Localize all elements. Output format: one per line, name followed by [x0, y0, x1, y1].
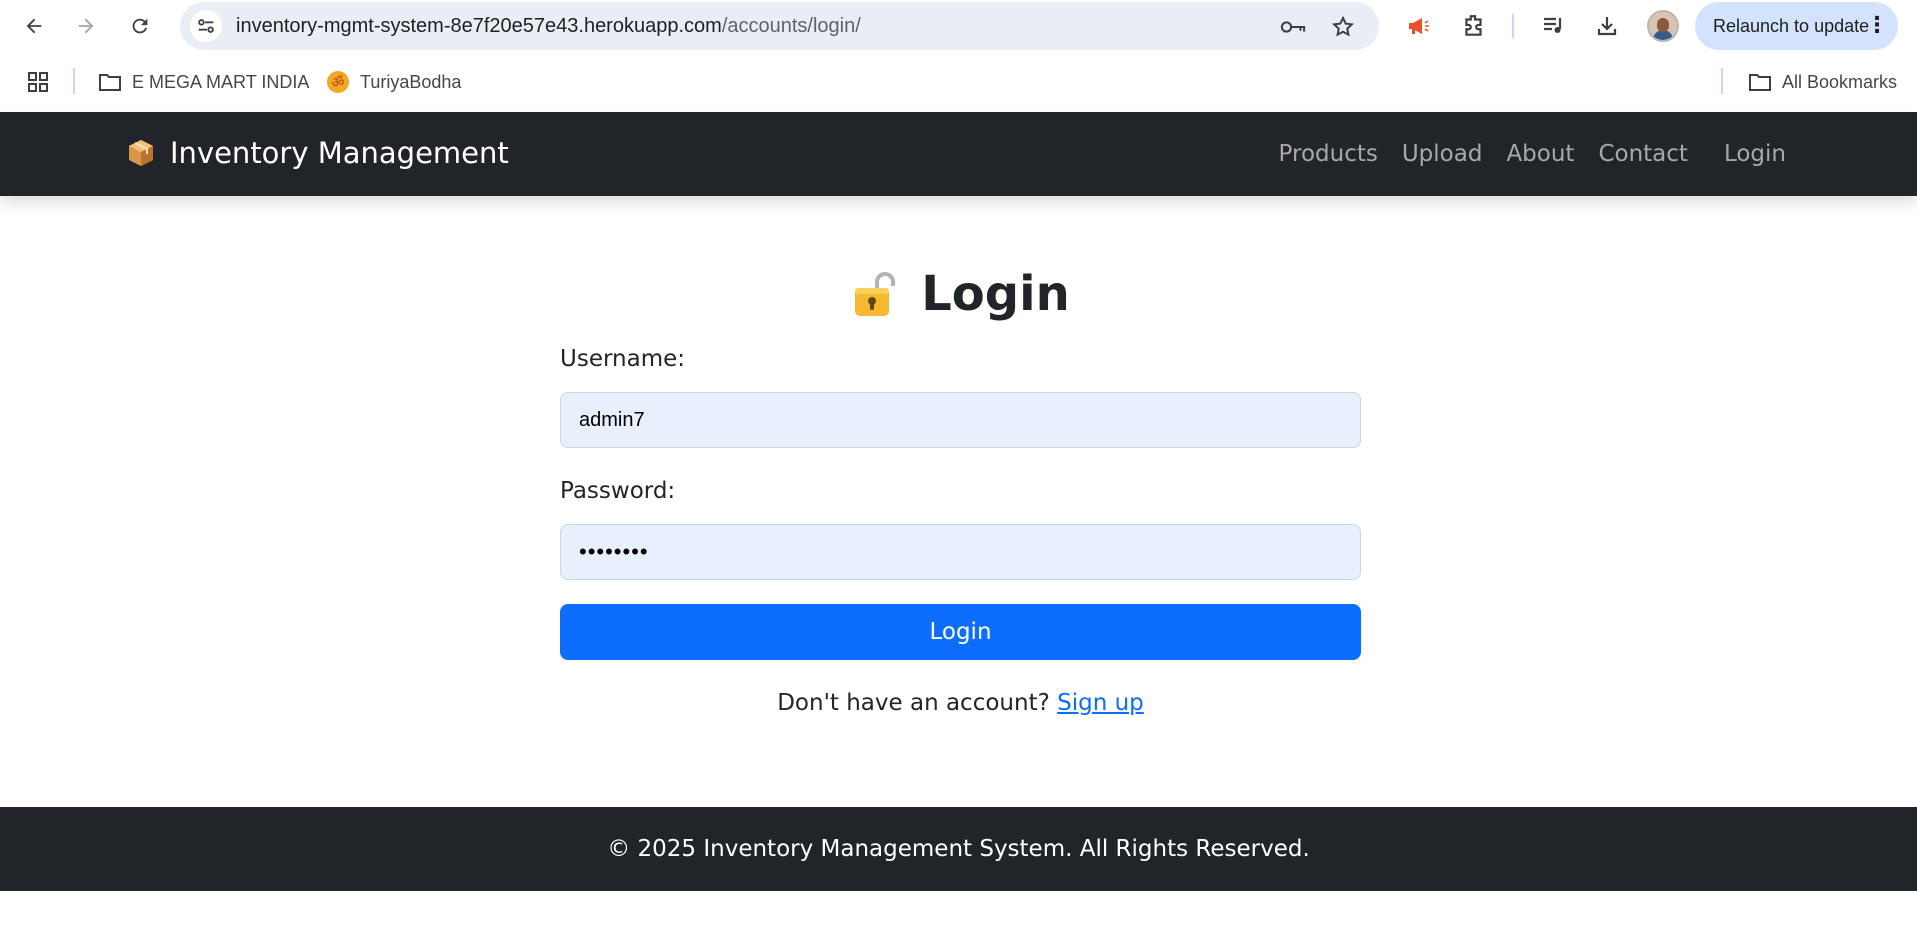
address-bar[interactable]: inventory-mgmt-system-8e7f20e57e43.herok…	[180, 2, 1379, 50]
login-button[interactable]: Login	[560, 604, 1361, 660]
url-path: /accounts/login/	[721, 15, 861, 37]
folder-icon	[98, 72, 122, 92]
nav-links: Products Upload About Contact Login	[1255, 112, 1786, 196]
main-content: Login Username: admin7 Password: •••••••…	[0, 196, 1917, 807]
password-key-icon[interactable]	[1280, 14, 1306, 40]
password-label: Password:	[560, 478, 676, 504]
bookmark-e-mega-mart[interactable]: E MEGA MART INDIA	[98, 66, 309, 98]
bookmarks-bar: E MEGA MART INDIA ॐ TuriyaBodha All Book…	[0, 52, 1917, 112]
site-footer: © 2025 Inventory Management System. All …	[0, 807, 1917, 891]
signup-prompt-text: Don't have an account?	[777, 690, 1050, 716]
svg-text:ॐ: ॐ	[332, 75, 345, 91]
lock-icon	[847, 268, 899, 320]
page-title: Login	[921, 266, 1070, 322]
download-icon[interactable]	[1591, 10, 1623, 42]
password-value: ••••••••	[579, 539, 649, 564]
signup-link[interactable]: Sign up	[1057, 690, 1144, 716]
brand-text: Inventory Management	[170, 136, 509, 170]
media-icon[interactable]	[1537, 10, 1569, 42]
login-form: Username: admin7 Password: •••••••• Logi…	[560, 346, 1361, 716]
bookmark-label: TuriyaBodha	[360, 71, 462, 92]
brand-link[interactable]: Inventory Management	[126, 136, 509, 170]
nav-products[interactable]: Products	[1279, 141, 1378, 167]
bookmarks-divider	[1721, 68, 1723, 94]
back-icon[interactable]	[16, 8, 52, 44]
nav-upload[interactable]: Upload	[1402, 141, 1483, 167]
apps-grid-icon[interactable]	[26, 66, 50, 98]
username-input[interactable]: admin7	[560, 392, 1361, 448]
all-bookmarks-label: All Bookmarks	[1782, 71, 1898, 92]
nav-about[interactable]: About	[1506, 141, 1574, 167]
signup-prompt: Don't have an account? Sign up	[560, 690, 1361, 716]
url-host: inventory-mgmt-system-8e7f20e57e43.herok…	[236, 15, 722, 37]
om-icon: ॐ	[326, 70, 350, 94]
forward-icon[interactable]	[68, 8, 104, 44]
bookmark-turiyabodha[interactable]: ॐ TuriyaBodha	[326, 66, 461, 98]
footer-text: © 2025 Inventory Management System. All …	[607, 836, 1310, 862]
site-navbar: Inventory Management Products Upload Abo…	[0, 112, 1917, 196]
reload-icon[interactable]	[122, 8, 158, 44]
extensions-icon[interactable]	[1458, 10, 1490, 42]
username-label: Username:	[560, 346, 685, 372]
relaunch-button[interactable]: Relaunch to update ⋮	[1695, 2, 1898, 50]
relaunch-label: Relaunch to update	[1713, 15, 1870, 36]
package-icon	[126, 138, 156, 168]
nav-contact[interactable]: Contact	[1598, 141, 1687, 167]
folder-icon	[1748, 72, 1772, 92]
menu-dots-icon[interactable]: ⋮	[1866, 14, 1888, 36]
profile-avatar[interactable]	[1647, 10, 1679, 42]
site-info-icon[interactable]	[190, 10, 222, 42]
toolbar-divider	[1512, 14, 1514, 38]
bookmarks-divider	[73, 68, 75, 94]
bookmark-star-icon[interactable]	[1330, 14, 1356, 40]
bookmark-label: E MEGA MART INDIA	[132, 71, 310, 92]
url-text[interactable]: inventory-mgmt-system-8e7f20e57e43.herok…	[236, 15, 861, 38]
browser-toolbar: inventory-mgmt-system-8e7f20e57e43.herok…	[0, 0, 1917, 52]
password-input[interactable]: ••••••••	[560, 524, 1361, 580]
nav-login[interactable]: Login	[1724, 141, 1786, 167]
announcement-icon[interactable]	[1403, 10, 1435, 42]
all-bookmarks[interactable]: All Bookmarks	[1748, 66, 1897, 98]
page-heading: Login	[0, 266, 1917, 322]
username-value: admin7	[579, 408, 645, 431]
